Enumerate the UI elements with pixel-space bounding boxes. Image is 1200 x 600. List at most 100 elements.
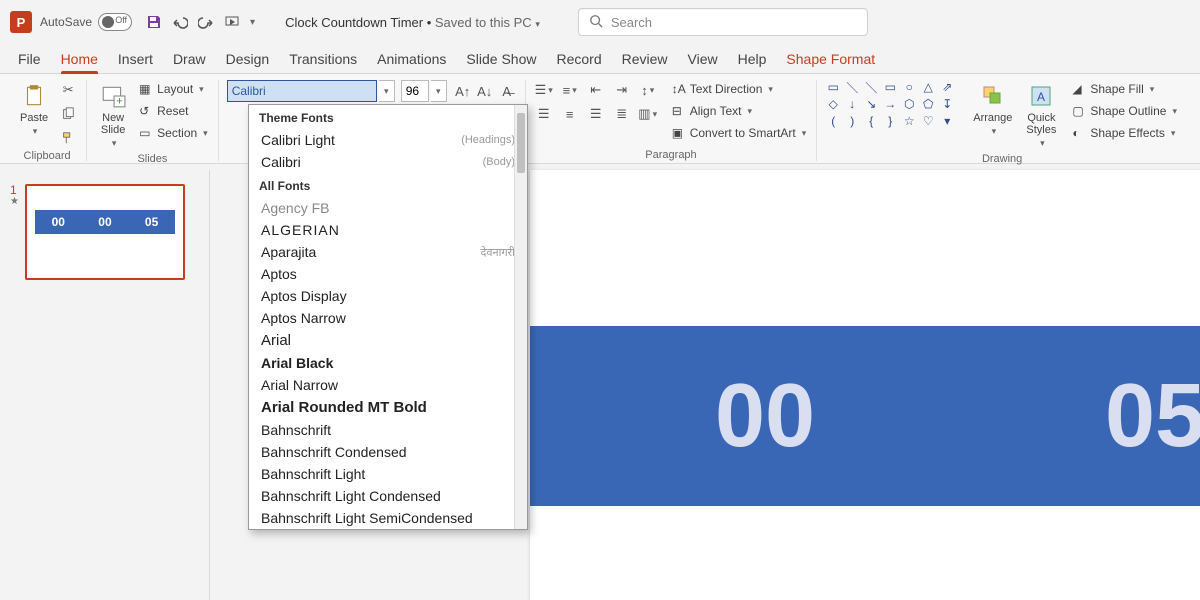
quick-styles-button[interactable]: A Quick Styles: [1022, 80, 1060, 151]
text-direction-button[interactable]: ↕AText Direction: [670, 80, 809, 98]
font-option[interactable]: Calibri(Body): [249, 151, 527, 173]
font-option[interactable]: Bahnschrift: [249, 419, 527, 441]
timer-shape[interactable]: 00 05: [530, 326, 1200, 506]
shape-fill-icon: ◢: [1072, 82, 1086, 96]
font-option[interactable]: Bahnschrift Light: [249, 463, 527, 485]
font-option[interactable]: Arial Black: [249, 352, 527, 374]
svg-text:+: +: [116, 96, 122, 108]
font-dropdown-list[interactable]: Theme Fonts Calibri Light(Headings)Calib…: [248, 104, 528, 530]
font-option[interactable]: Aptos: [249, 263, 527, 285]
group-drawing: ▭＼＼▭○△⇗ ◇↓↘→⬡⬠↧ (){}☆♡▾ Arrange A Quick …: [817, 80, 1187, 161]
autosave-label: AutoSave: [40, 15, 92, 29]
autosave-toggle[interactable]: AutoSave Off: [40, 13, 132, 31]
smartart-icon: ▣: [672, 126, 686, 140]
clear-formatting-icon[interactable]: A̶: [497, 81, 517, 101]
redo-icon[interactable]: [198, 14, 214, 30]
tab-home[interactable]: Home: [61, 51, 98, 73]
align-text-button[interactable]: ⊟Align Text: [670, 102, 809, 120]
layout-button[interactable]: ▦Layout: [137, 80, 210, 98]
shapes-gallery[interactable]: ▭＼＼▭○△⇗ ◇↓↘→⬡⬠↧ (){}☆♡▾: [825, 80, 955, 128]
qat-more-icon[interactable]: ▾: [250, 17, 255, 28]
decrease-indent-icon[interactable]: ⇤: [586, 80, 606, 100]
size-dropdown-arrow[interactable]: ▾: [431, 80, 447, 102]
toggle-switch[interactable]: Off: [98, 13, 132, 31]
tab-help[interactable]: Help: [738, 51, 767, 73]
search-box[interactable]: Search: [578, 8, 868, 36]
tab-slide-show[interactable]: Slide Show: [466, 51, 536, 73]
tab-draw[interactable]: Draw: [173, 51, 206, 73]
save-icon[interactable]: [146, 14, 162, 30]
font-option[interactable]: Aptos Display: [249, 285, 527, 307]
font-option[interactable]: Arial: [249, 329, 527, 352]
timer-minutes: 00: [715, 365, 815, 468]
shape-fill-button[interactable]: ◢Shape Fill: [1070, 80, 1179, 98]
theme-fonts-header: Theme Fonts: [249, 105, 527, 129]
shape-outline-icon: ▢: [1072, 104, 1086, 118]
font-option[interactable]: Bahnschrift Condensed: [249, 441, 527, 463]
reset-icon: ↺: [139, 104, 153, 118]
tab-design[interactable]: Design: [226, 51, 270, 73]
tab-review[interactable]: Review: [622, 51, 668, 73]
font-option[interactable]: Aptos Narrow: [249, 307, 527, 329]
increase-font-icon[interactable]: A↑: [453, 81, 473, 101]
align-left-icon[interactable]: ☰: [534, 104, 554, 124]
numbering-icon[interactable]: ≡: [560, 80, 580, 100]
shape-effects-button[interactable]: ◐Shape Effects: [1070, 124, 1179, 142]
font-option[interactable]: Agency FB: [249, 197, 527, 219]
line-spacing-icon[interactable]: ↕: [638, 80, 658, 100]
group-clipboard: Paste ✂ Clipboard: [8, 80, 87, 161]
font-option[interactable]: Bahnschrift Light Condensed: [249, 485, 527, 507]
slide-thumbnail-1[interactable]: 00 00 05: [25, 184, 185, 280]
undo-icon[interactable]: [172, 14, 188, 30]
font-name-input[interactable]: [227, 80, 377, 102]
dropdown-scrollbar[interactable]: [514, 105, 527, 529]
tab-transitions[interactable]: Transitions: [289, 51, 357, 73]
search-icon: [589, 14, 603, 31]
tab-file[interactable]: File: [18, 51, 41, 73]
section-icon: ▭: [139, 126, 153, 140]
search-placeholder: Search: [611, 15, 652, 30]
group-paragraph: ☰ ≡ ⇤ ⇥ ↕ ☰ ≡ ☰ ≣ ▥ ↕AText Direction ⊟Al…: [526, 80, 818, 161]
ribbon-tabs: File Home Insert Draw Design Transitions Anima…: [0, 44, 1200, 74]
font-option[interactable]: Bahnschrift Light SemiCondensed: [249, 507, 527, 529]
paste-button[interactable]: Paste: [16, 80, 52, 139]
reset-button[interactable]: ↺Reset: [137, 102, 210, 120]
bullets-icon[interactable]: ☰: [534, 80, 554, 100]
font-dropdown-arrow[interactable]: ▾: [379, 80, 395, 102]
font-option[interactable]: Calibri Light(Headings): [249, 129, 527, 151]
document-title[interactable]: Clock Countdown Timer • Saved to this PC…: [285, 15, 540, 30]
section-button[interactable]: ▭Section: [137, 124, 210, 142]
tab-view[interactable]: View: [688, 51, 718, 73]
font-option[interactable]: Arial Narrow: [249, 374, 527, 396]
format-painter-icon[interactable]: [58, 128, 78, 148]
justify-icon[interactable]: ≣: [612, 104, 632, 124]
new-slide-icon: +: [99, 82, 127, 110]
tab-record[interactable]: Record: [556, 51, 601, 73]
decrease-font-icon[interactable]: A↓: [475, 81, 495, 101]
font-size-input[interactable]: [401, 80, 429, 102]
shape-outline-button[interactable]: ▢Shape Outline: [1070, 102, 1179, 120]
slideshow-icon[interactable]: [224, 14, 240, 30]
timer-seconds: 05: [1105, 365, 1200, 468]
font-option[interactable]: ALGERIAN: [249, 219, 527, 241]
align-center-icon[interactable]: ≡: [560, 104, 580, 124]
font-option[interactable]: Aparajitaदेवनागरी: [249, 241, 527, 263]
tab-shape-format[interactable]: Shape Format: [786, 51, 875, 73]
app-icon: P: [10, 11, 32, 33]
slide-editor[interactable]: 00 05: [530, 170, 1200, 600]
font-option[interactable]: Arial Rounded MT Bold: [249, 396, 527, 419]
columns-icon[interactable]: ▥: [638, 104, 658, 124]
slide-thumbnail-panel: 1 ★ 00 00 05: [0, 170, 210, 600]
convert-smartart-button[interactable]: ▣Convert to SmartArt: [670, 124, 809, 142]
layout-icon: ▦: [139, 82, 153, 96]
copy-icon[interactable]: [58, 104, 78, 124]
tab-animations[interactable]: Animations: [377, 51, 446, 73]
cut-icon[interactable]: ✂: [58, 80, 78, 100]
new-slide-button[interactable]: + New Slide: [95, 80, 131, 151]
align-right-icon[interactable]: ☰: [586, 104, 606, 124]
all-fonts-header: All Fonts: [249, 173, 527, 197]
increase-indent-icon[interactable]: ⇥: [612, 80, 632, 100]
tab-insert[interactable]: Insert: [118, 51, 153, 73]
arrange-button[interactable]: Arrange: [969, 80, 1016, 139]
paste-icon: [20, 82, 48, 110]
